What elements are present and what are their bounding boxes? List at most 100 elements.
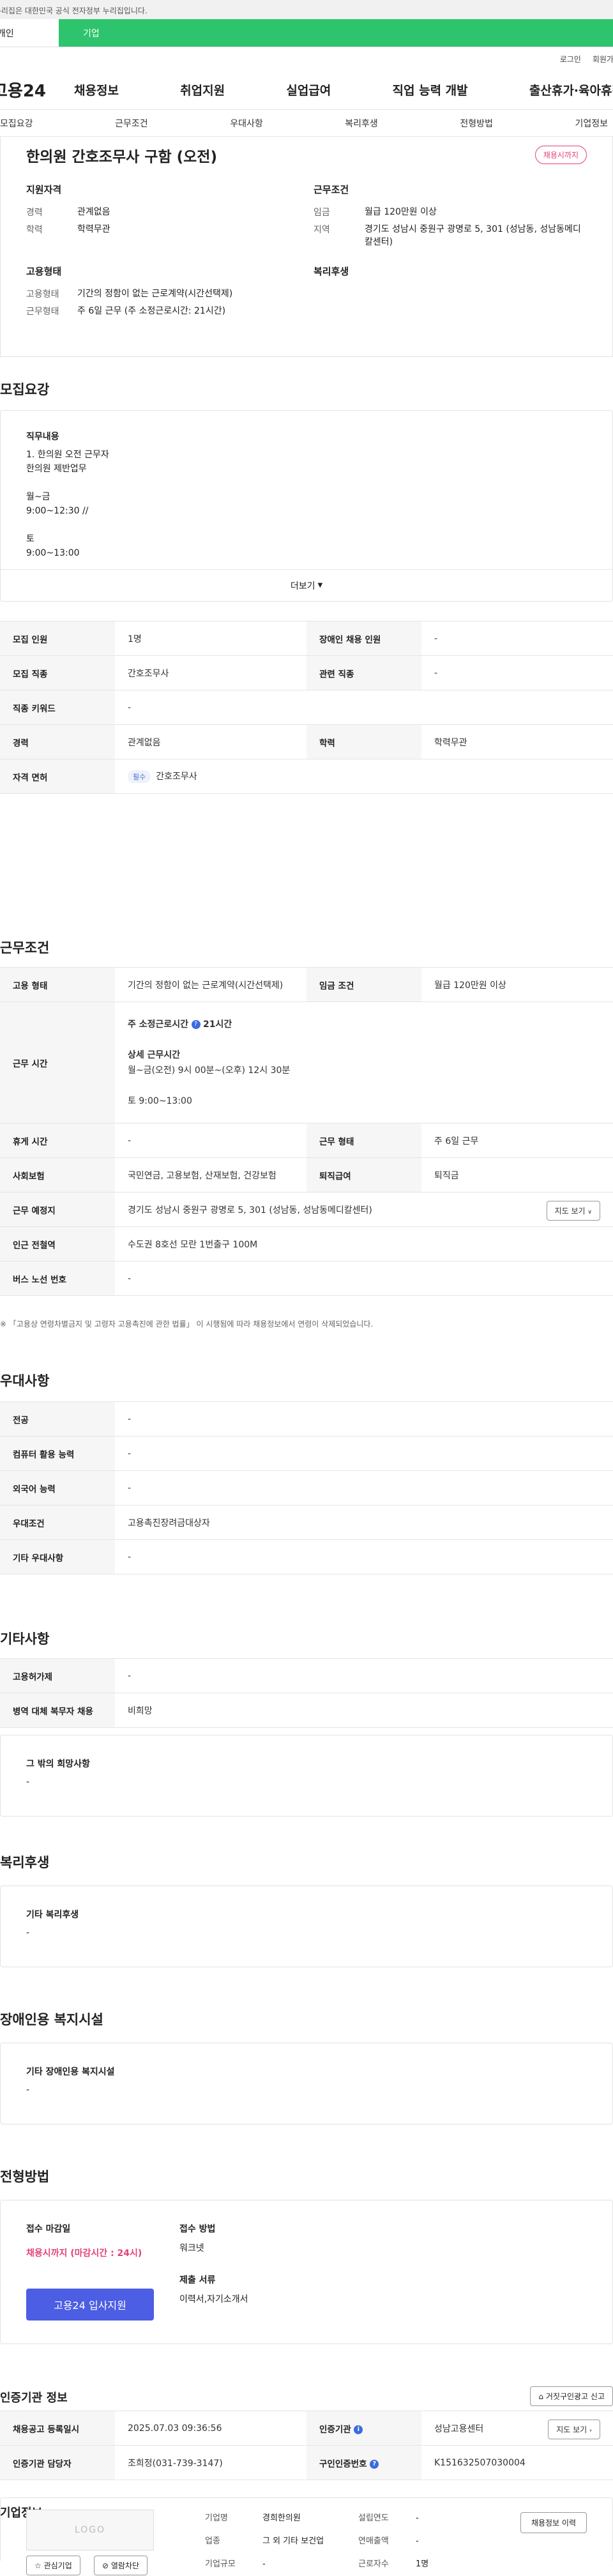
qual-education-value: 학력무관	[77, 224, 110, 234]
table-row: 기타 우대사항 -	[0, 1539, 613, 1574]
apply-button[interactable]: 고용24 입사지원	[26, 2289, 154, 2321]
chevron-down-icon: ▼	[317, 582, 323, 589]
section-nav-welfare[interactable]: 복리후생	[345, 117, 378, 130]
block-icon: ⊘	[102, 2561, 109, 2570]
block-view-button[interactable]: ⊘ 열람차단	[94, 2556, 148, 2575]
week-hours-value: 21시간	[202, 1019, 232, 1030]
recruit-heading: 모집요강	[0, 382, 50, 397]
more-button[interactable]: 더보기 ▼	[1, 569, 612, 601]
section-nav-process[interactable]: 전형방법	[460, 117, 493, 130]
section-nav-work[interactable]: 근무조건	[115, 117, 148, 130]
age-notice: ※ 「고용상 연령차별금지 및 고령자 고용촉진에 관한 법률」 이 시행됨에 …	[0, 1320, 374, 1329]
qual-education-key: 학력	[26, 225, 43, 235]
tab-personal[interactable]: 개인	[0, 19, 59, 47]
gnb-item-parental-leave[interactable]: 출산휴가·육아휴직	[529, 81, 613, 98]
etc-card-value: -	[26, 1777, 30, 1787]
etc-heading: 기타사항	[0, 1631, 50, 1647]
table-row: 모집 직종 간호조무사 관련 직종 -	[0, 655, 613, 690]
company-info-value: -	[262, 2559, 266, 2569]
duty-heading: 직무내용	[26, 432, 59, 442]
table-header-cell: 경력	[0, 724, 115, 759]
work-table: 고용 형태 기간의 정함이 없는 근로계약(시간선택제) 임금 조건 월급 12…	[0, 967, 613, 1296]
table-header-cell: 임금 조건	[306, 967, 421, 1002]
table-cell: 학력무관	[421, 724, 613, 759]
duty-line-8: 9:00~13:00	[26, 548, 80, 558]
chevron-down-icon: ∨	[587, 1209, 592, 1216]
table-row: 휴게 시간 - 근무 형태 주 6일 근무	[0, 1123, 613, 1158]
work-time-cell: 주 소정근로시간 ? 21시간 상세 근무시간 월~금(오전) 9시 00분~(…	[115, 1002, 613, 1124]
section-nav-pref[interactable]: 우대사항	[230, 117, 263, 130]
info-icon[interactable]: i	[354, 2425, 363, 2434]
agency-map-button-label: 지도 보기	[556, 2425, 587, 2434]
join-link[interactable]: 회원가입	[593, 54, 613, 65]
emp-type-value: 기간의 정함이 없는 근로계약(시간선택제)	[77, 289, 233, 299]
section-nav: 모집요강 근무조건 우대사항 복리후생 전형방법 기업정보	[0, 110, 613, 137]
info-icon[interactable]: ?	[191, 1019, 201, 1029]
gnb-item-employment-support[interactable]: 취업지원	[180, 81, 225, 98]
info-icon[interactable]: ?	[370, 2459, 379, 2469]
etc-table: 고용허가제 - 병역 대체 복무자 채용 비희망	[0, 1658, 613, 1728]
agency-value: 성남고용센터	[434, 2423, 484, 2434]
emp-pattern: 근무형태 주 6일 근무 (주 소정근로시간: 21시간)	[26, 305, 225, 317]
work-heading: 근무조건	[0, 940, 50, 956]
table-cell: 1명	[115, 621, 306, 656]
table-header-cell: 휴게 시간	[0, 1123, 115, 1158]
gnb-item-job-training[interactable]: 직업 능력 개발	[393, 81, 468, 98]
emp-type-key: 고용형태	[26, 289, 59, 300]
gnb-item-unemployment-benefit[interactable]: 실업급여	[286, 81, 331, 98]
table-header-cell: 퇴직급여	[306, 1157, 421, 1193]
cond-region-key: 지역	[314, 225, 330, 235]
gnb-item-jobs[interactable]: 채용정보	[74, 81, 119, 98]
etc-card: 그 밖의 희망사항 -	[0, 1735, 613, 1817]
table-row: 병역 대체 복무자 채용 비희망	[0, 1693, 613, 1728]
table-row: 경력 관계없음 학력 학력무관	[0, 724, 613, 759]
cert-num-label: 구인인증번호	[319, 2458, 367, 2469]
detail-hours-label: 상세 근무시간	[128, 1049, 181, 1060]
table-cell: -	[115, 1123, 306, 1158]
company-info-value: -	[416, 2513, 419, 2523]
duty-card: 직무내용 1. 한의원 오전 근무자 한의원 제반업무 월~금 9:00~12:…	[0, 410, 613, 602]
favorite-company-button[interactable]: ☆ 관심기업	[26, 2556, 80, 2575]
company-info: 기업명 경희한의원 설립연도 - 업종 그 외 기타 보건업 연매출액 - 기업…	[205, 2507, 428, 2576]
company-info-value: 경희한의원	[262, 2513, 301, 2523]
section-nav-company[interactable]: 기업정보	[575, 117, 608, 130]
cond-wage: 임금 월급 120만원 이상	[314, 206, 437, 218]
summary-box: 한의원 간호조무사 구함 (오전) 채용시까지 지원자격 경력 관계없음 학력 학력…	[0, 137, 613, 357]
utility-links: 로그인 회원가입	[0, 47, 613, 70]
history-button[interactable]: 채용정보 이력	[520, 2512, 587, 2533]
table-header-cell: 자격 면허	[0, 759, 115, 794]
table-row: 우대조건 고용촉진장려금대상자	[0, 1505, 613, 1540]
table-cell: 조희정(031-739-3147)	[115, 2445, 306, 2480]
duty-line-4: 월~금	[26, 492, 50, 502]
table-header-cell: 전공	[0, 1401, 115, 1437]
company-info-key: 설립연도	[358, 2513, 389, 2523]
company-info-key: 연매출액	[358, 2536, 389, 2546]
site-logo[interactable]: 고용24	[0, 78, 69, 102]
table-cell: -	[115, 1470, 613, 1505]
more-button-label: 더보기	[290, 581, 315, 591]
docs-value: 이력서,자기소개서	[179, 2294, 248, 2305]
company-info-key: 근로자수	[358, 2559, 389, 2569]
report-button[interactable]: ⌂ 거짓구인광고 신고	[530, 2386, 613, 2406]
table-header-cell: 병역 대체 복무자 채용	[0, 1693, 115, 1728]
welfare-section-heading: 복리후생	[0, 1855, 50, 1870]
table-cell: -	[115, 1401, 613, 1437]
table-row: 채용공고 등록일시 2025.07.03 09:36:56 인증기관 i 성남고…	[0, 2411, 613, 2446]
star-icon: ☆	[34, 2561, 42, 2570]
table-cell: 국민연금, 고용보험, 산재보험, 건강보험	[115, 1157, 306, 1193]
agency-map-button[interactable]: 지도 보기 ›	[548, 2420, 600, 2439]
tab-company[interactable]: 기업	[59, 19, 613, 47]
duty-line-1: 1. 한의원 오전 근무자	[26, 450, 109, 460]
table-header-cell: 채용공고 등록일시	[0, 2411, 115, 2446]
qual-career-value: 관계없음	[77, 207, 110, 217]
method-value: 워크넷	[179, 2243, 204, 2253]
table-header-cell: 버스 노선 번호	[0, 1261, 115, 1296]
map-button[interactable]: 지도 보기 ∨	[546, 1201, 600, 1221]
week-hours-label: 주 소정근로시간	[128, 1019, 189, 1030]
login-link[interactable]: 로그인	[560, 54, 581, 65]
process-heading: 전형방법	[0, 2169, 50, 2184]
table-row: 사회보험 국민연금, 고용보험, 산재보험, 건강보험 퇴직급여 퇴직금	[0, 1157, 613, 1193]
favorite-company-label: 관심기업	[43, 2561, 72, 2570]
section-nav-recruit[interactable]: 모집요강	[0, 117, 33, 130]
user-type-tabs: 개인 기업	[0, 19, 613, 47]
